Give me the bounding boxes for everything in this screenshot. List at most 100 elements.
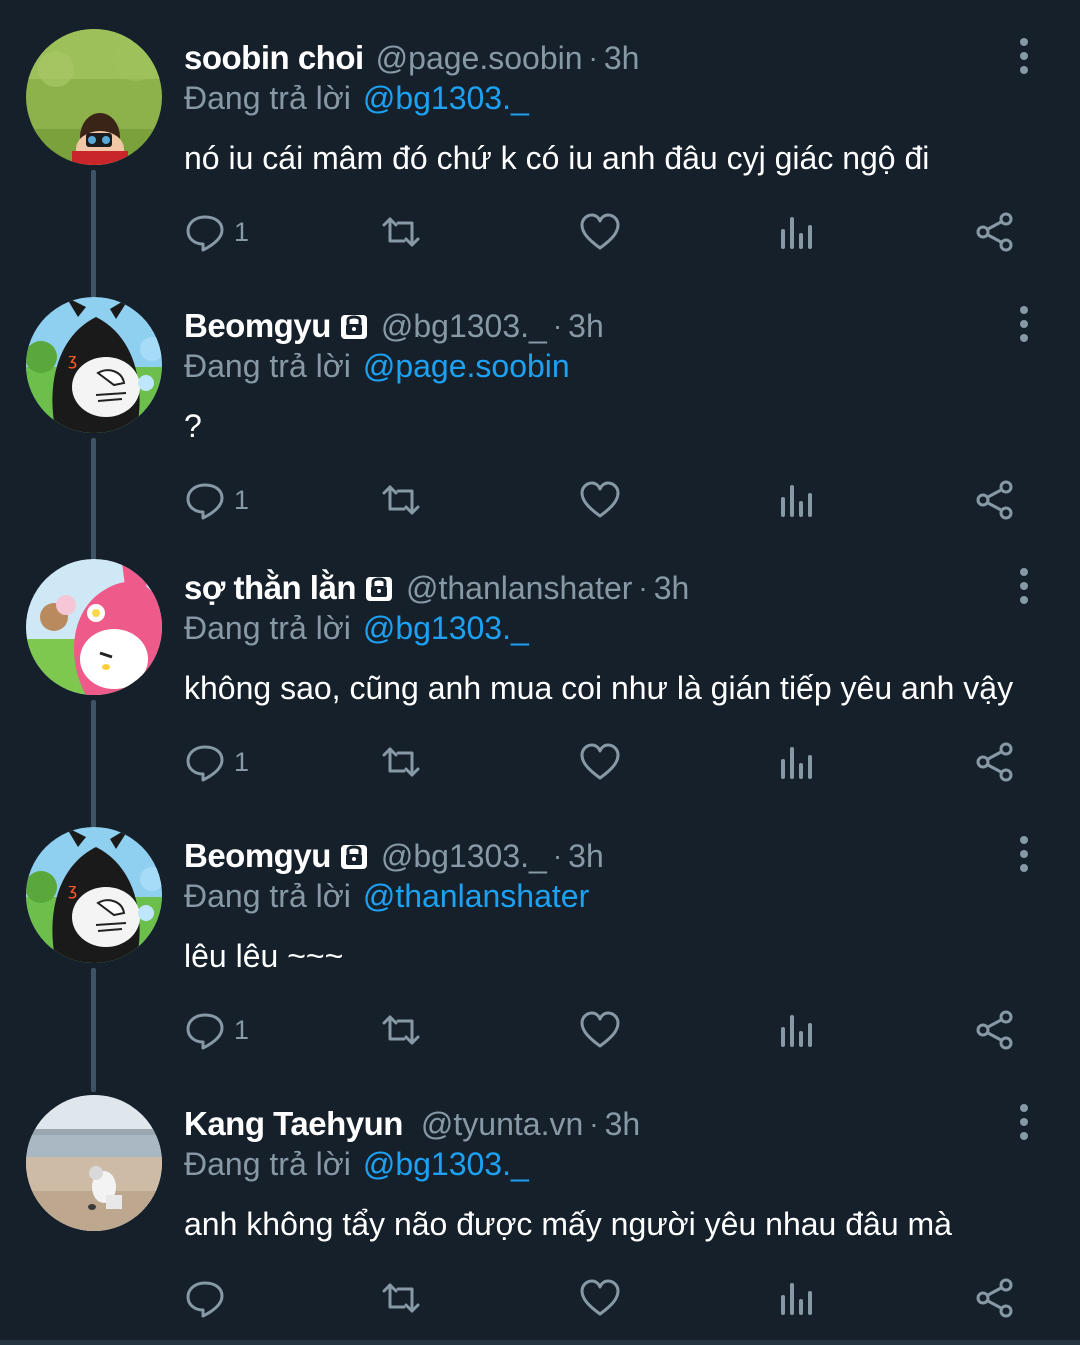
reply-count: 1 [234, 216, 250, 247]
timestamp[interactable]: 3h [605, 1106, 641, 1143]
retweet-button[interactable] [380, 1008, 422, 1052]
reply-count: 1 [234, 746, 250, 777]
tweet-header: Kang Taehyun @tyunta.vn · 3h [184, 1102, 640, 1146]
tweet[interactable]: ʒ Beomgyu @bg1303._ · 3h Đang trả lời @p… [0, 268, 1080, 536]
reply-icon [186, 1281, 224, 1318]
like-button[interactable] [579, 740, 621, 784]
like-button[interactable] [579, 1008, 621, 1052]
retweet-icon [382, 217, 420, 247]
tweet-actions: 1 [184, 478, 1034, 522]
retweet-button[interactable] [380, 1276, 422, 1320]
user-handle[interactable]: @page.soobin [376, 40, 583, 77]
reply-count: 1 [234, 1014, 250, 1045]
melody-avatar-icon[interactable] [26, 559, 162, 695]
reply-button[interactable]: 1 [184, 740, 249, 784]
replying-to-label: Đang trả lời [184, 609, 351, 646]
replying-to-handle-link[interactable]: @thanlanshater [363, 878, 589, 915]
analytics-icon [781, 747, 812, 779]
reply-button[interactable]: 1 [184, 1008, 249, 1052]
replying-to-handle-link[interactable]: @page.soobin [363, 348, 570, 385]
share-button[interactable] [974, 1008, 1016, 1052]
separator-dot: · [552, 310, 563, 341]
tweet-text: lêu lêu ~~~ [184, 938, 344, 974]
display-name[interactable]: Beomgyu [184, 307, 331, 345]
retweet-button[interactable] [380, 478, 422, 522]
analytics-button[interactable] [777, 1276, 819, 1320]
beach-avatar-icon[interactable] [26, 1095, 162, 1231]
replying-to-handle-link[interactable]: @bg1303._ [363, 1146, 529, 1183]
tweet-text: anh không tẩy não được mấy người yêu nha… [184, 1206, 952, 1242]
display-name[interactable]: soobin choi [184, 39, 364, 77]
analytics-button[interactable] [777, 478, 819, 522]
retweet-button[interactable] [380, 210, 422, 254]
replying-to-label: Đang trả lời [184, 877, 351, 914]
svg-text:ʒ: ʒ [68, 880, 77, 899]
more-options-icon[interactable] [1014, 566, 1034, 606]
tweet-actions: 1 [184, 210, 1034, 254]
timestamp[interactable]: 3h [654, 570, 690, 607]
photo-avatar-icon[interactable] [26, 29, 162, 165]
replying-to: Đang trả lời @thanlanshater [184, 874, 589, 918]
svg-text:ʒ: ʒ [68, 350, 77, 369]
share-icon [976, 480, 1013, 520]
analytics-button[interactable] [777, 740, 819, 784]
tweet[interactable]: Kang Taehyun @tyunta.vn · 3h Đang trả lờ… [0, 1066, 1080, 1334]
display-name[interactable]: Kang Taehyun [184, 1105, 403, 1143]
replying-to: Đang trả lời @bg1303._ [184, 76, 529, 120]
replying-to-label: Đang trả lời [184, 79, 351, 116]
like-button[interactable] [579, 478, 621, 522]
retweet-icon [382, 1015, 420, 1045]
reply-button[interactable] [184, 1276, 234, 1320]
timestamp[interactable]: 3h [568, 308, 604, 345]
retweet-button[interactable] [380, 740, 422, 784]
tweet[interactable]: sợ thằn lằn @thanlanshater · 3h Đang trả… [0, 530, 1080, 798]
replying-to-handle-link[interactable]: @bg1303._ [363, 80, 529, 117]
timestamp[interactable]: 3h [604, 40, 640, 77]
kuromi-avatar-icon[interactable]: ʒ [26, 827, 162, 963]
reply-button[interactable]: 1 [184, 478, 249, 522]
more-options-icon[interactable] [1014, 834, 1034, 874]
tweet-text: nó iu cái mâm đó chứ k có iu anh đâu cyj… [184, 140, 930, 176]
analytics-icon [781, 1015, 812, 1047]
display-name[interactable]: sợ thằn lằn [184, 569, 357, 607]
share-button[interactable] [974, 210, 1016, 254]
replying-to: Đang trả lời @page.soobin [184, 344, 570, 388]
like-button[interactable] [579, 210, 621, 254]
more-options-icon[interactable] [1014, 304, 1034, 344]
analytics-icon [781, 1283, 812, 1315]
tweet-header: soobin choi @page.soobin · 3h [184, 36, 639, 80]
analytics-button[interactable] [777, 1008, 819, 1052]
lock-icon [340, 845, 367, 869]
retweet-icon [382, 747, 420, 777]
replying-to-label: Đang trả lời [184, 347, 351, 384]
share-icon [976, 1278, 1013, 1318]
share-icon [976, 212, 1013, 252]
share-button[interactable] [974, 478, 1016, 522]
analytics-button[interactable] [777, 210, 819, 254]
separator-dot: · [589, 1108, 599, 1139]
separator-dot: · [588, 42, 598, 73]
retweet-icon [382, 485, 420, 515]
replying-to-handle-link[interactable]: @bg1303._ [363, 610, 529, 647]
tweet-text: không sao, cũng anh mua coi như là gián … [184, 670, 1014, 706]
share-button[interactable] [974, 1276, 1016, 1320]
reply-button[interactable]: 1 [184, 210, 249, 254]
tweet[interactable]: ʒ Beomgyu @bg1303._ · 3h Đang trả lời @t… [0, 798, 1080, 1066]
separator-dot: · [638, 572, 648, 603]
user-handle[interactable]: @bg1303._ [381, 838, 547, 875]
user-handle[interactable]: @tyunta.vn [421, 1106, 583, 1143]
display-name[interactable]: Beomgyu [184, 837, 331, 875]
reply-icon [186, 215, 224, 252]
user-handle[interactable]: @thanlanshater [406, 570, 632, 607]
more-options-icon[interactable] [1014, 36, 1034, 76]
user-handle[interactable]: @bg1303._ [381, 308, 547, 345]
kuromi-avatar-icon[interactable]: ʒ [26, 297, 162, 433]
heart-icon [580, 481, 620, 518]
tweet[interactable]: soobin choi @page.soobin · 3h Đang trả l… [0, 0, 1080, 268]
tweet-actions: 1 [184, 740, 1034, 784]
retweet-icon [382, 1283, 420, 1313]
more-options-icon[interactable] [1014, 1102, 1034, 1142]
like-button[interactable] [579, 1276, 621, 1320]
share-button[interactable] [974, 740, 1016, 784]
timestamp[interactable]: 3h [568, 838, 604, 875]
